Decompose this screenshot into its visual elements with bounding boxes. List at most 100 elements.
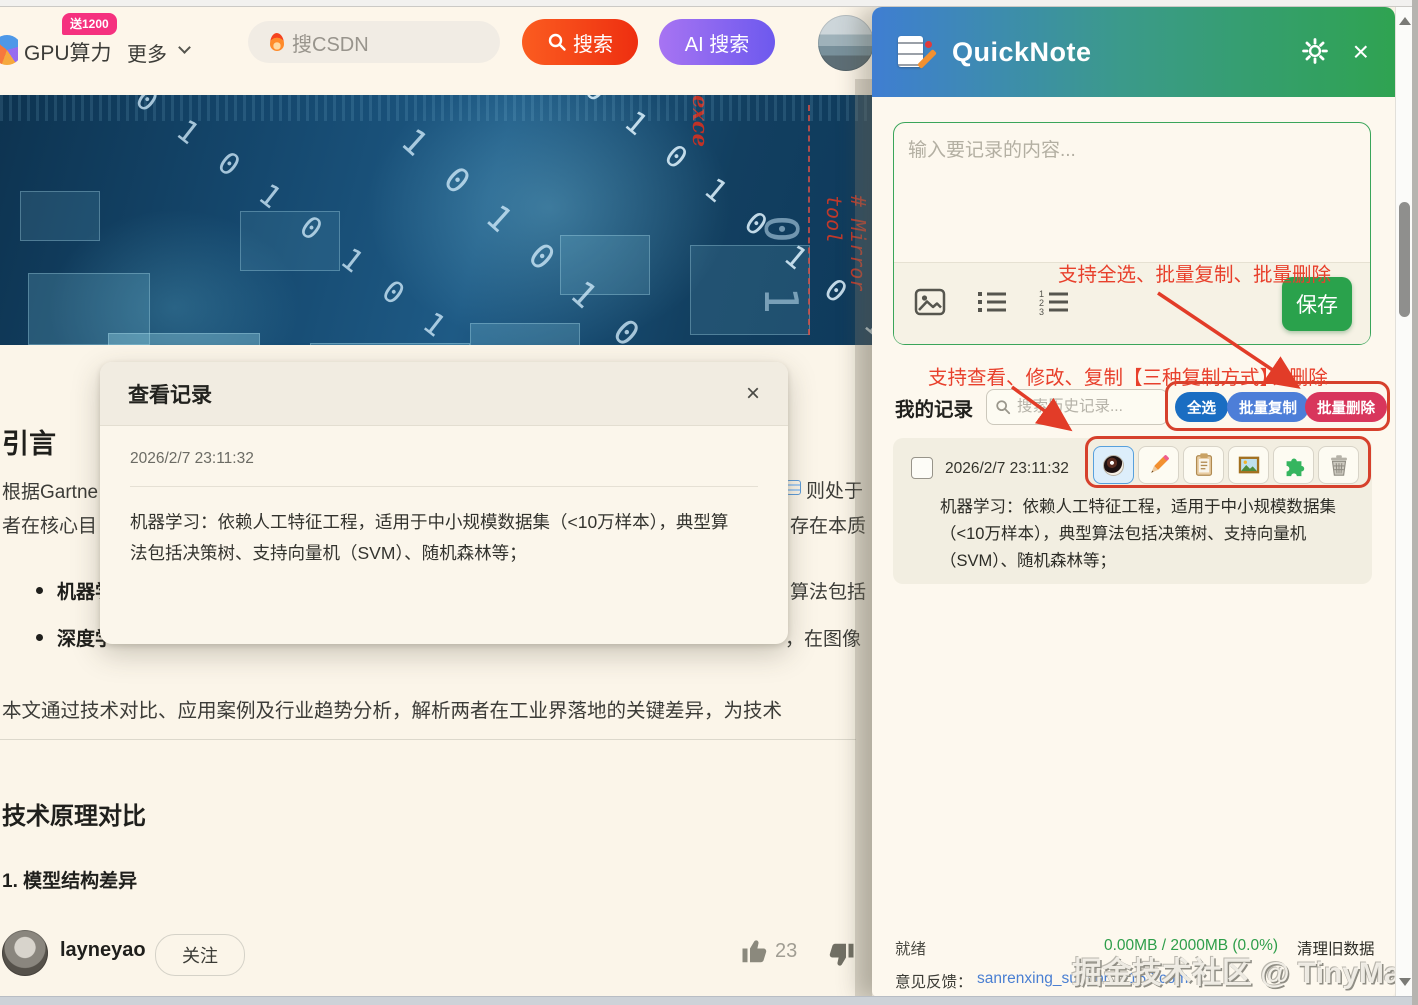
screen: GPU算力 送1200 更多 搜CSDN 搜索 AI 搜索 0 1 0 1 0 … [0, 0, 1418, 1005]
quicknote-panel: QuickNote × 123 保存 支持全选、批量复制、批 [872, 7, 1395, 997]
ai-search-button[interactable]: AI 搜索 [659, 19, 775, 65]
more-menu[interactable]: 更多 [127, 38, 167, 67]
scrollbar[interactable] [1395, 7, 1412, 996]
gift-badge: 送1200 [62, 13, 117, 35]
batch-copy-button[interactable]: 批量复制 [1227, 392, 1309, 422]
records-search-box[interactable] [986, 389, 1168, 425]
user-avatar[interactable] [818, 15, 874, 71]
window-top-edge [0, 0, 1418, 7]
scroll-down-arrow[interactable] [1399, 978, 1411, 986]
banner-red-text: exce [688, 95, 713, 147]
settings-gear-icon[interactable] [1299, 36, 1331, 68]
scrollbar-thumb[interactable] [1399, 202, 1410, 317]
delete-record-button[interactable] [1318, 446, 1359, 484]
bullet-icon [36, 634, 43, 641]
search-button[interactable]: 搜索 [522, 19, 638, 65]
dislike-button[interactable] [826, 940, 856, 975]
view-record-modal: 查看记录 × 2026/2/7 23:11:32 机器学习：依赖人工特征工程，适… [100, 362, 788, 644]
site-search-placeholder: 搜CSDN [292, 28, 369, 57]
chevron-down-icon [178, 41, 191, 54]
window-bottom-edge [0, 996, 1418, 1005]
inline-code-icon [786, 480, 801, 495]
status-ready: 就绪 [895, 937, 926, 959]
quicknote-title: QuickNote [952, 37, 1092, 68]
ai-search-label: AI 搜索 [685, 28, 749, 57]
copy-text-button[interactable] [1183, 446, 1224, 484]
note-timestamp: 2026/2/7 23:11:32 [945, 460, 1069, 478]
thumbs-up-icon [740, 936, 770, 966]
note-content: 机器学习：依赖人工特征工程，适用于中小规模数据集（<10万样本），典型算法包括决… [940, 494, 1355, 575]
flame-icon [270, 33, 284, 51]
intro-line: 者在核心目 [2, 511, 97, 538]
feedback-label: 意见反馈： [895, 970, 973, 992]
numbered-list-icon: 123 [1038, 289, 1070, 315]
quicknote-logo-icon [898, 33, 932, 71]
search-icon [995, 399, 1011, 415]
insert-image-button[interactable] [912, 286, 948, 321]
annotation-batch-text: 支持全选、批量复制、批量删除 [1058, 258, 1331, 287]
gpu-power-link[interactable]: GPU算力 [24, 37, 112, 67]
record-timestamp: 2026/2/7 23:11:32 [130, 450, 758, 468]
banner-binary-text: 0 1 0 [754, 215, 808, 345]
csdn-logo-icon [0, 35, 18, 67]
banner-dashed-line [808, 105, 810, 335]
bullet-list-icon [976, 289, 1008, 315]
clean-old-data-button[interactable]: 清理旧数据 [1297, 937, 1375, 959]
intro-line: 根据Gartne [2, 477, 98, 504]
panel-shadow-strip [855, 79, 872, 996]
search-icon [547, 32, 567, 52]
bullet-icon [36, 587, 43, 594]
like-count: 23 [775, 940, 797, 963]
author-avatar[interactable] [2, 930, 48, 976]
copy-image-button[interactable] [1228, 446, 1269, 484]
eye-icon [1103, 455, 1124, 476]
numbered-list-button[interactable]: 123 [1036, 287, 1072, 320]
divider [0, 739, 856, 740]
clipboard-icon [1191, 452, 1217, 478]
edit-record-button[interactable] [1138, 446, 1179, 484]
image-icon [914, 288, 946, 316]
records-search-input[interactable] [1017, 398, 1147, 416]
quicknote-header: QuickNote × [872, 7, 1395, 97]
note-checkbox[interactable] [911, 457, 933, 479]
view-record-button[interactable] [1093, 446, 1134, 484]
author-name: layneyao [60, 939, 146, 962]
modal-body: 2026/2/7 23:11:32 机器学习：依赖人工特征工程，适用于中小规模数… [100, 426, 788, 569]
close-icon[interactable]: × [1353, 38, 1369, 66]
puzzle-icon [1281, 452, 1307, 478]
record-content: 机器学习：依赖人工特征工程，适用于中小规模数据集（<10万样本），典型算法包括决… [130, 507, 740, 569]
follow-button[interactable]: 关注 [155, 934, 245, 976]
intro-heading: 引言 [2, 422, 56, 461]
thumbs-down-icon [826, 940, 856, 970]
bullet-list-button[interactable] [974, 287, 1010, 320]
search-button-label: 搜索 [573, 28, 613, 57]
site-search-box[interactable]: 搜CSDN [248, 21, 500, 63]
trash-icon [1326, 452, 1352, 478]
window-right-edge [1412, 0, 1418, 1005]
select-all-button[interactable]: 全选 [1175, 392, 1228, 422]
scroll-up-arrow[interactable] [1399, 17, 1411, 25]
records-heading: 我的记录 [895, 393, 973, 422]
feedback-email-link[interactable]: sanrenxing_support@163.com [977, 970, 1188, 988]
picture-icon [1236, 452, 1262, 478]
copy-extension-button[interactable] [1273, 446, 1314, 484]
close-icon[interactable]: × [746, 382, 760, 406]
batch-delete-button[interactable]: 批量删除 [1305, 392, 1387, 422]
svg-text:3: 3 [1039, 307, 1044, 315]
banner-binary-text: 0 1 0 1 0 1 0 1 0 [128, 95, 499, 345]
site-toolbar: GPU算力 送1200 更多 搜CSDN 搜索 AI 搜索 [0, 7, 872, 92]
section-heading: 技术原理对比 [2, 796, 146, 831]
subsection-heading: 1. 模型结构差异 [2, 866, 137, 893]
note-list-item: 2026/2/7 23:11:32 机器学习：依赖人 [893, 438, 1372, 584]
modal-title: 查看记录 [128, 379, 212, 409]
like-button[interactable]: 23 [740, 936, 797, 966]
text-fragment: ，在图像 [785, 624, 861, 651]
note-actions [1093, 446, 1359, 484]
pencil-icon [1146, 452, 1172, 478]
note-input[interactable] [908, 135, 1354, 257]
note-input-card: 123 保存 [893, 122, 1371, 345]
divider [130, 486, 758, 487]
article-paragraph: 本文通过技术对比、应用案例及行业趋势分析，解析两者在工业界落地的关键差异，为技术 [2, 694, 872, 723]
annotation-row-text: 支持查看、修改、复制【三种复制方式】、删除 [928, 361, 1328, 390]
article-banner-image: 0 1 0 1 0 1 0 1 0 1 0 1 0 1 0 1 0 0 1 0 … [0, 95, 872, 345]
